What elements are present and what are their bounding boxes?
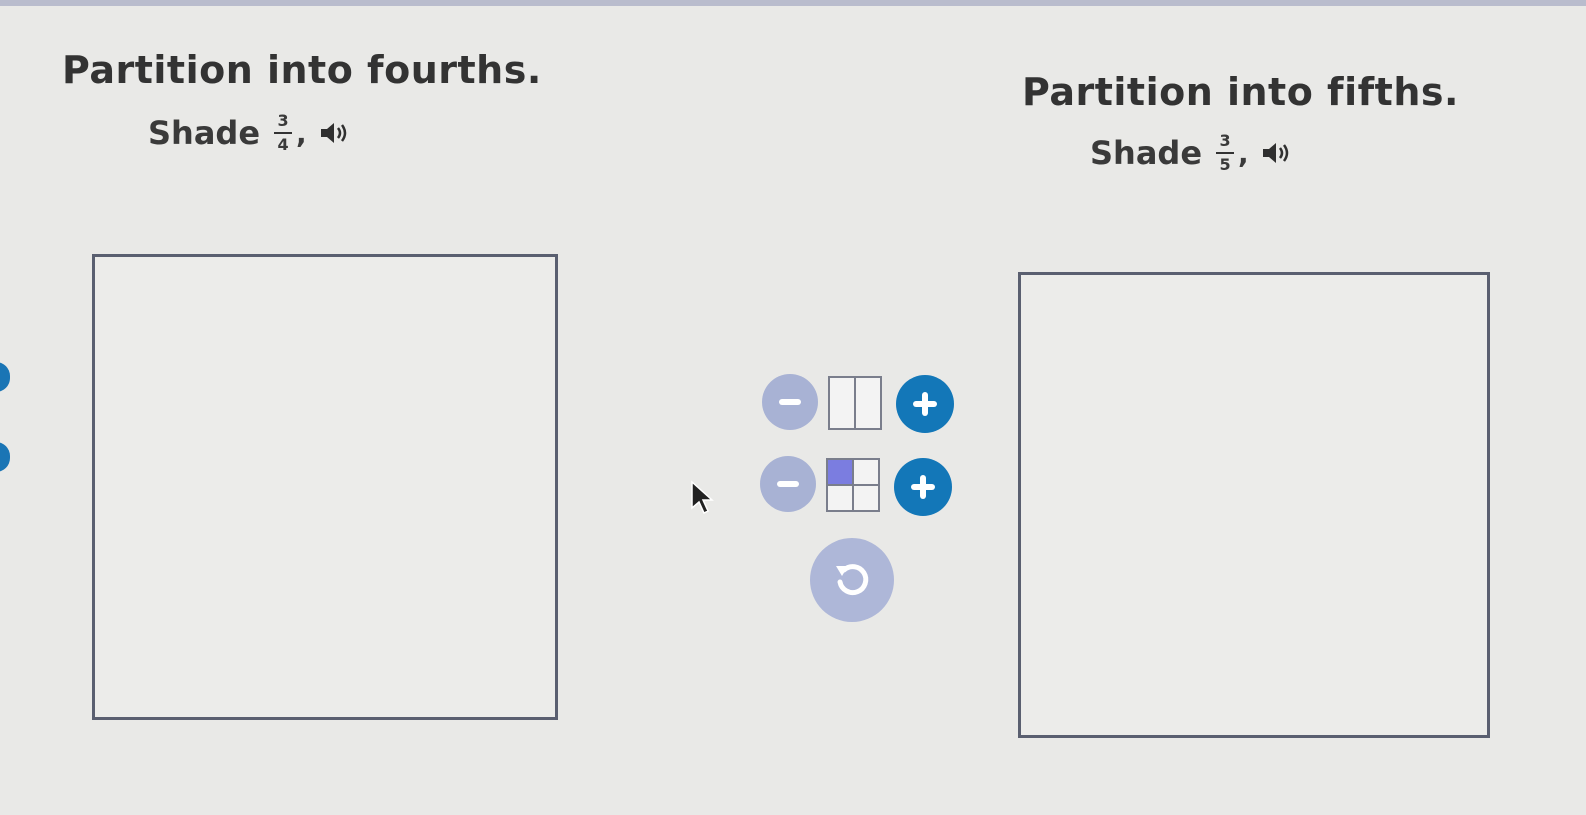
left-fraction-numerator: 3 [277,111,289,130]
partition-preview-icon [828,376,882,430]
minus-icon [777,481,799,487]
left-punct: , [296,116,307,150]
left-fraction: 3 4 [274,111,293,154]
right-shade-instruction: Shade 3 5 , [1090,132,1291,174]
right-shade-word: Shade [1090,134,1203,172]
plus-icon [913,392,937,416]
speaker-icon[interactable] [319,120,349,146]
shade-preview-icon [826,458,880,512]
partition-plus-button[interactable] [896,375,954,433]
left-task-title: Partition into fourths. [62,48,542,92]
plus-icon [911,475,935,499]
mouse-cursor-icon [691,480,714,515]
speaker-icon[interactable] [1261,140,1291,166]
right-fraction-numerator: 3 [1219,131,1231,150]
right-fraction-denominator: 5 [1219,155,1231,174]
left-shade-word: Shade [148,114,261,152]
left-fraction-bar [274,132,293,134]
right-fraction-bar [1216,152,1235,154]
left-partition-square[interactable] [92,254,558,720]
left-shade-instruction: Shade 3 4 , [148,112,349,154]
right-task-title: Partition into fifths. [1022,70,1459,114]
right-fraction: 3 5 [1216,131,1235,174]
side-tab-lower[interactable] [0,442,10,472]
minus-icon [779,399,801,405]
reset-button[interactable] [810,538,894,622]
left-fraction-denominator: 4 [277,135,289,154]
partition-minus-button[interactable] [762,374,818,430]
side-tab-upper[interactable] [0,362,10,392]
reset-icon [836,564,869,596]
shade-plus-button[interactable] [894,458,952,516]
shade-minus-button[interactable] [760,456,816,512]
top-progress-bar [0,0,1586,6]
right-punct: , [1238,136,1249,170]
right-partition-square[interactable] [1018,272,1490,738]
